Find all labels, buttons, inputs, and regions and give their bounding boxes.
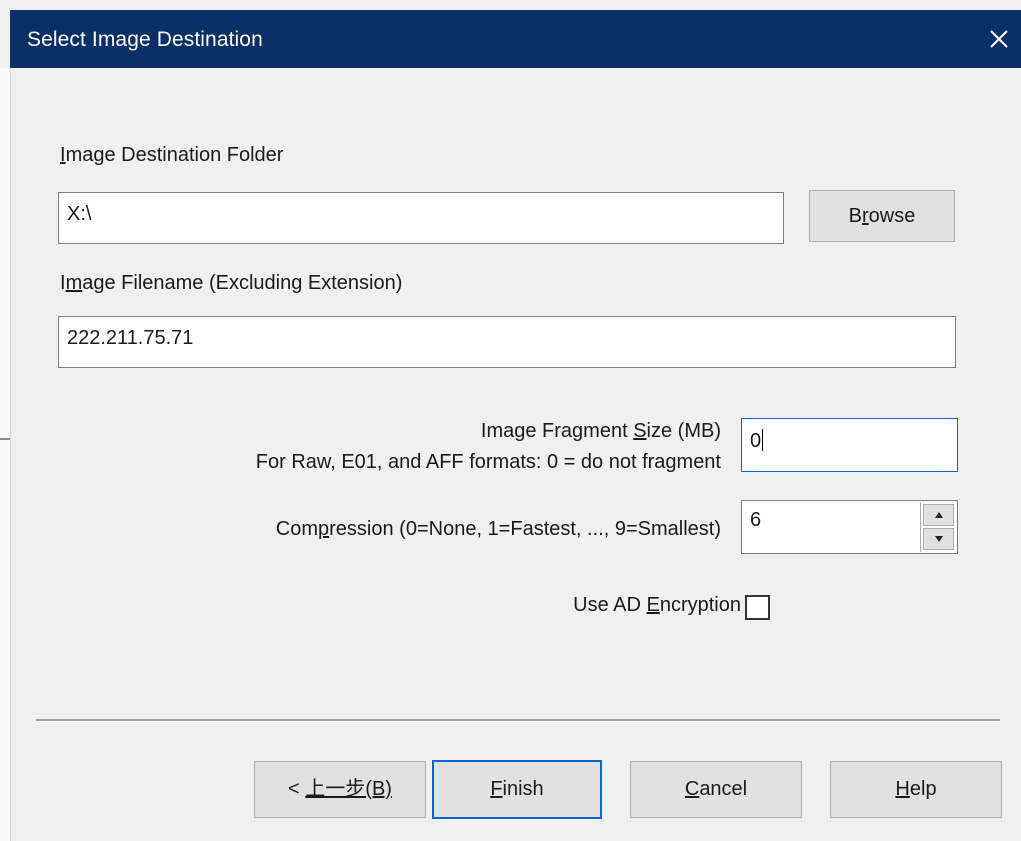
select-image-destination-dialog: Select Image Destination Image Destinati… — [0, 0, 1021, 841]
fragment-size-value: 0 — [750, 430, 762, 452]
separator-line — [36, 719, 1000, 722]
filename-input[interactable]: 222.211.75.71 — [58, 316, 956, 368]
fragment-size-label: Image Fragment Size (MB) — [480, 420, 721, 442]
cancel-button[interactable]: Cancel — [630, 761, 802, 818]
encryption-checkbox[interactable] — [745, 595, 770, 620]
title-bar[interactable]: Select Image Destination — [10, 10, 1021, 68]
back-button[interactable]: < 上一步(B) — [254, 761, 426, 818]
background-window-mark — [0, 438, 10, 440]
destination-folder-label: Image Destination Folder — [60, 144, 284, 166]
spin-down-button[interactable] — [923, 528, 954, 550]
close-button[interactable] — [975, 10, 1021, 68]
destination-folder-value: X:\ — [67, 203, 92, 225]
filename-label: Image Filename (Excluding Extension) — [60, 272, 403, 294]
filename-value: 222.211.75.71 — [67, 327, 194, 349]
compression-value: 6 — [750, 509, 762, 531]
encryption-label: Use AD Encryption — [573, 594, 741, 616]
text-caret — [762, 429, 764, 451]
fragment-size-note: For Raw, E01, and AFF formats: 0 = do no… — [255, 451, 721, 473]
spin-up-button[interactable] — [923, 504, 954, 526]
arrow-up-icon — [935, 512, 943, 518]
background-window-edge — [0, 68, 11, 841]
browse-button[interactable]: Browse — [809, 190, 955, 242]
close-icon — [990, 30, 1008, 48]
window-title: Select Image Destination — [27, 28, 263, 51]
fragment-size-input[interactable]: 0 — [741, 418, 958, 472]
destination-folder-input[interactable]: X:\ — [58, 192, 784, 244]
compression-spinner — [920, 502, 956, 552]
compression-label: Compression (0=None, 1=Fastest, ..., 9=S… — [275, 518, 721, 540]
finish-button[interactable]: Finish — [432, 760, 602, 819]
arrow-down-icon — [935, 536, 943, 542]
help-button[interactable]: Help — [830, 761, 1002, 818]
